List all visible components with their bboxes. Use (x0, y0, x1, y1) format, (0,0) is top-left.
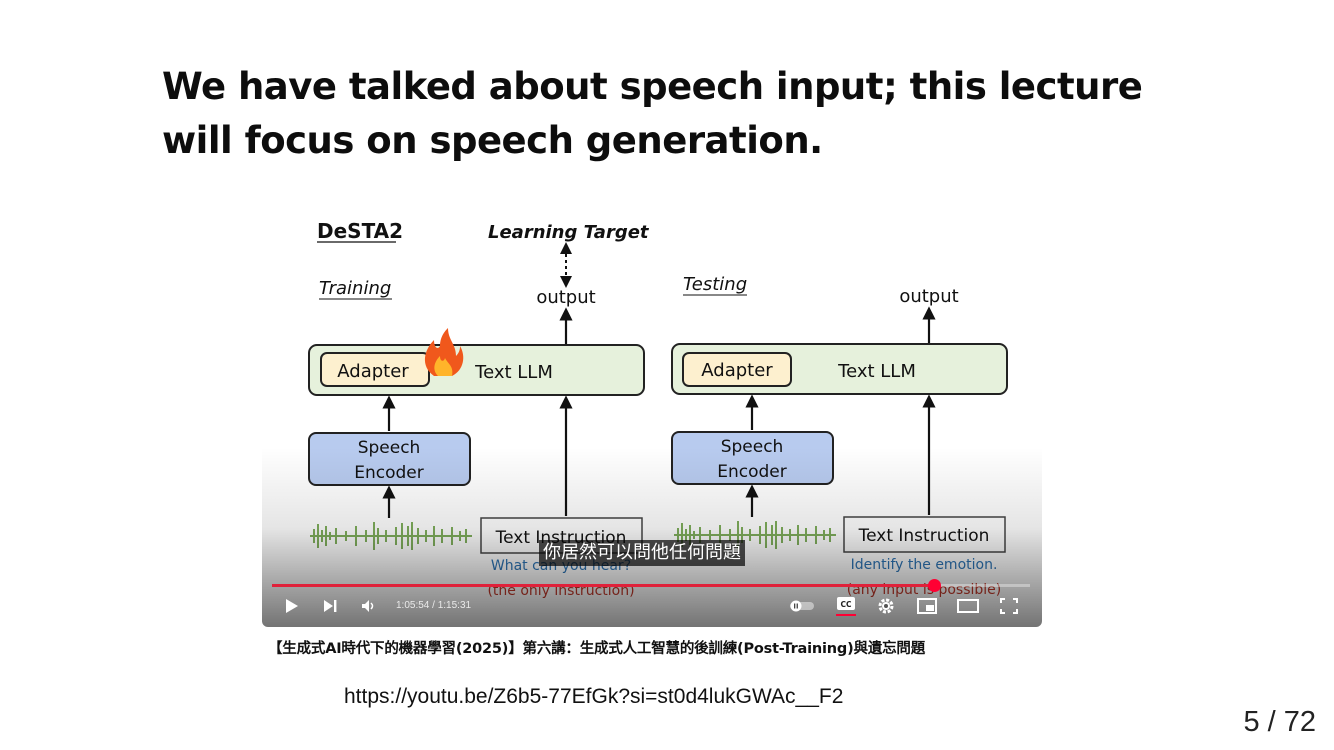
player-controls: 1:05:54 / 1:15:31 CC (262, 592, 1042, 622)
training-label: Training (319, 278, 391, 299)
learning-target-label: Learning Target (488, 222, 650, 243)
slide-title: We have talked about speech input; this … (162, 65, 1143, 162)
play-button[interactable] (282, 595, 302, 617)
progress-bar[interactable] (272, 579, 1030, 592)
miniplayer-button[interactable] (916, 595, 938, 617)
cc-icon: CC (837, 597, 855, 610)
left-adapter-label: Adapter (337, 361, 409, 382)
right-adapter-label: Adapter (701, 360, 773, 381)
video-player[interactable]: DeSTA2 Learning Target Training output A… (262, 196, 1042, 627)
video-caption: 【生成式AI時代下的機器學習(2025)】第六講：生成式人工智慧的後訓練(Pos… (268, 641, 926, 657)
play-icon (286, 599, 298, 613)
right-encoder-line1: Speech (721, 437, 784, 457)
left-output-label: output (536, 287, 595, 308)
fullscreen-icon (1000, 598, 1018, 614)
page-indicator: 5 / 72 (1243, 706, 1316, 738)
right-llm-label: Text LLM (837, 361, 916, 382)
cc-active-indicator (836, 614, 856, 616)
progress-scrubber-handle[interactable] (927, 579, 941, 592)
miniplayer-icon (917, 598, 937, 614)
right-instruction-label: Text Instruction (858, 526, 990, 546)
video-link[interactable]: https://youtu.be/Z6b5-77EfGk?si=st0d4luk… (344, 685, 843, 709)
testing-label: Testing (683, 274, 747, 295)
time-display: 1:05:54 / 1:15:31 (396, 600, 472, 611)
autoplay-toggle[interactable] (788, 595, 816, 617)
subtitles-button[interactable]: CC (834, 595, 858, 617)
next-icon (324, 600, 337, 612)
video-subtitle: 你居然可以問他任何問題 (539, 540, 745, 566)
left-encoder-line1: Speech (358, 438, 421, 458)
left-encoder-line2: Encoder (354, 463, 424, 483)
settings-button[interactable] (876, 595, 896, 617)
svg-text:CC: CC (840, 600, 852, 609)
right-output-label: output (899, 286, 958, 307)
theater-icon (957, 599, 979, 613)
volume-button[interactable] (358, 595, 378, 617)
right-prompt-line1: Identify the emotion. (851, 557, 998, 573)
progress-bar-fill (272, 584, 934, 587)
fullscreen-button[interactable] (998, 595, 1020, 617)
settings-icon (878, 598, 894, 614)
right-encoder-line2: Encoder (717, 462, 787, 482)
next-button[interactable] (320, 595, 340, 617)
left-llm-label: Text LLM (474, 362, 553, 383)
volume-icon (362, 600, 374, 612)
left-waveform (310, 522, 472, 550)
model-name: DeSTA2 (317, 219, 403, 243)
theater-mode-button[interactable] (956, 595, 980, 617)
autoplay-toggle-icon (790, 600, 814, 612)
